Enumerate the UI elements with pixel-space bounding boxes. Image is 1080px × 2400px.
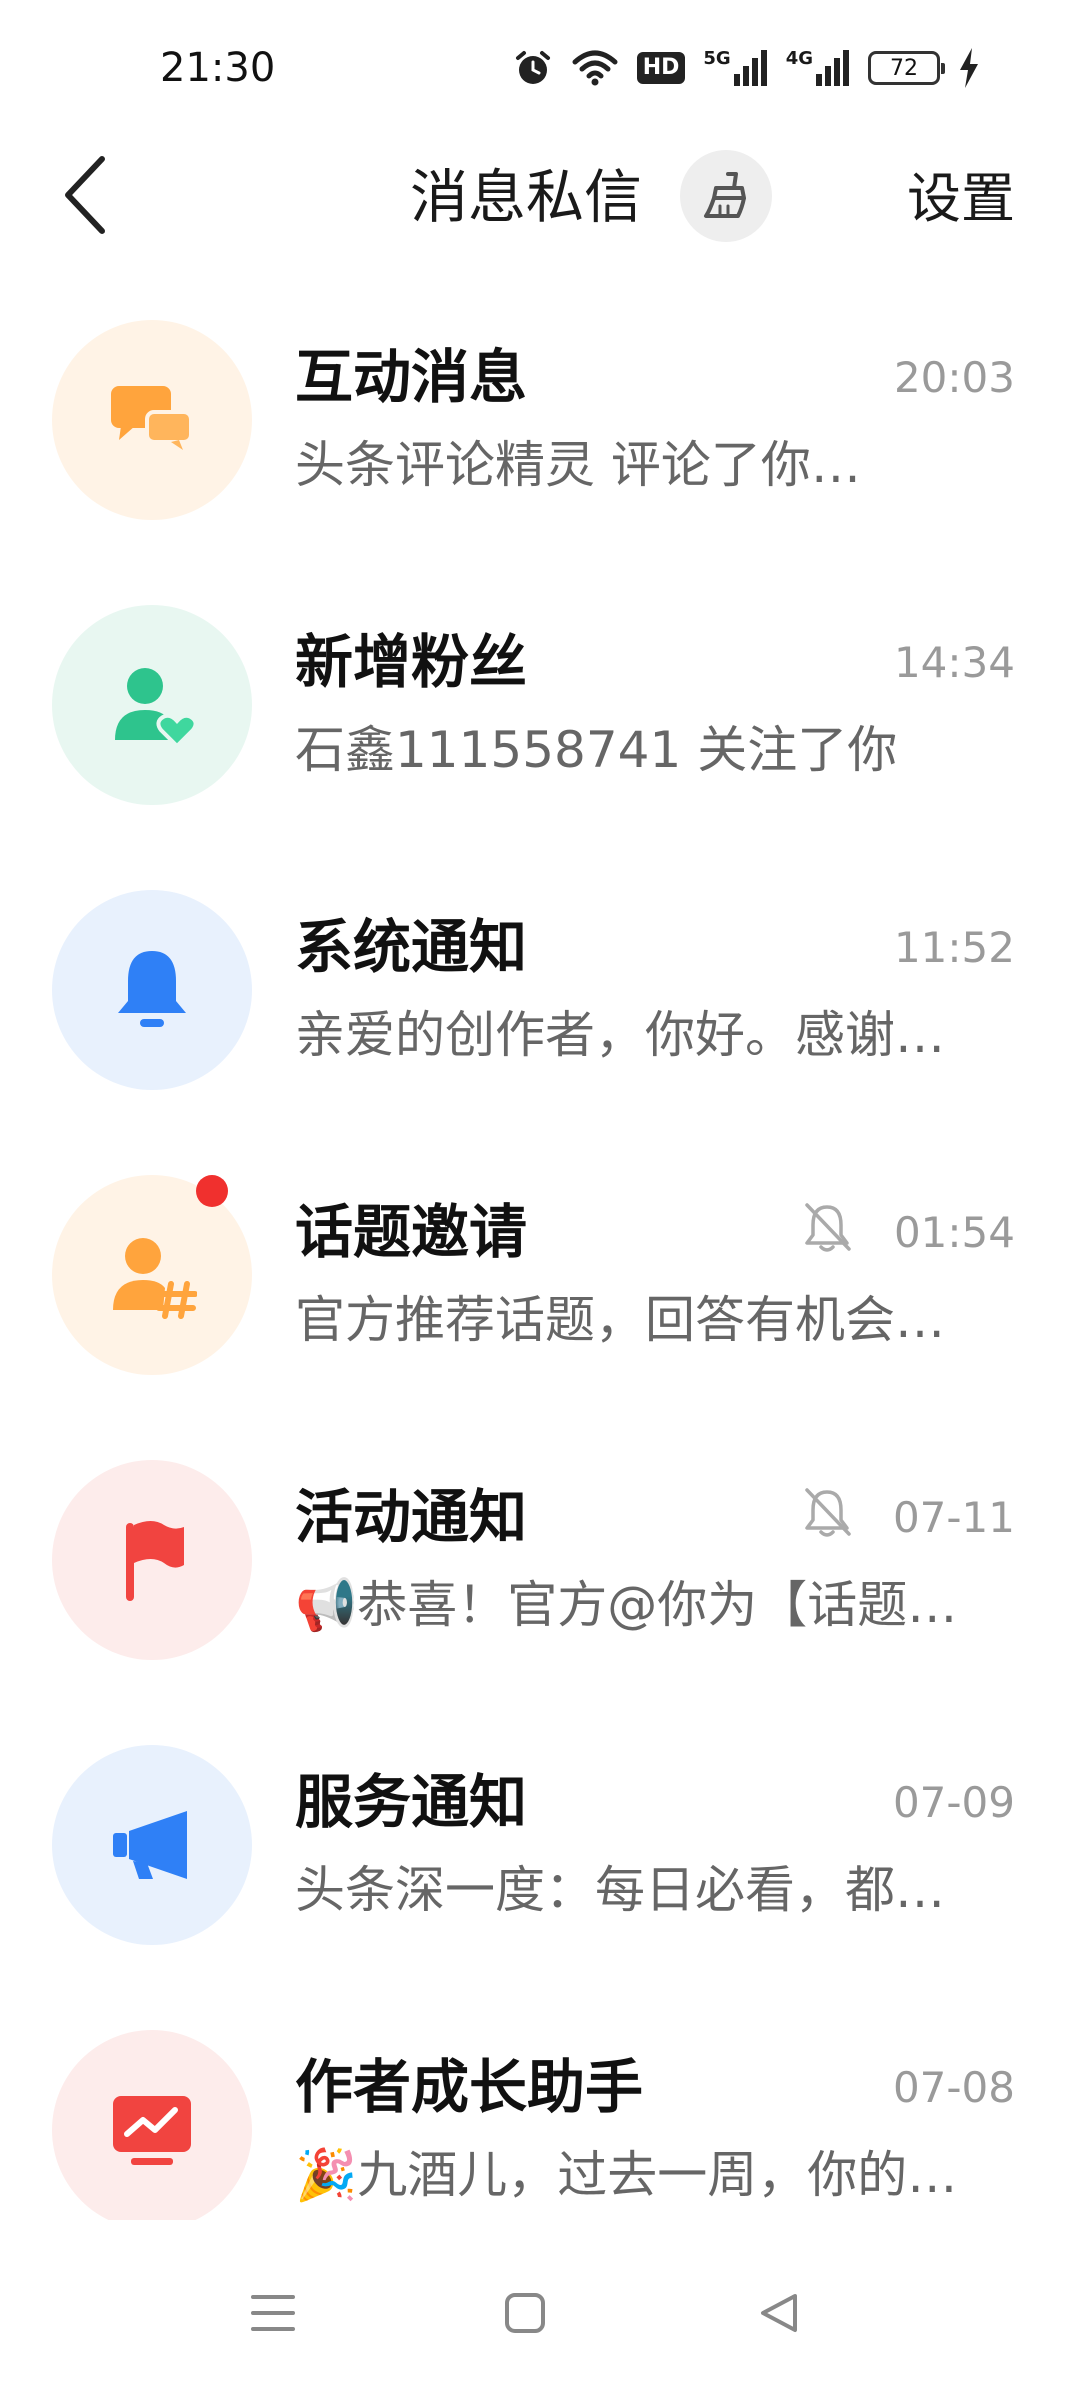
menu-button[interactable] bbox=[238, 2278, 308, 2348]
item-preview: 亲爱的创作者，你好。感谢… bbox=[295, 1006, 945, 1064]
signal-5g-icon: 5G bbox=[703, 50, 767, 86]
avatar bbox=[52, 320, 252, 520]
status-bar: 21:30 HD 5G 4G 72 bbox=[0, 0, 1080, 130]
broom-icon bbox=[704, 172, 746, 218]
chevron-left-icon bbox=[65, 156, 105, 234]
unread-dot bbox=[196, 1175, 228, 1207]
item-time: 14:34 bbox=[893, 638, 1015, 687]
message-list: 互动消息 20:03 头条评论精灵 评论了你… 新增粉丝 14:34 石鑫111… bbox=[0, 300, 1080, 2295]
item-title: 新增粉丝 bbox=[295, 628, 528, 696]
hd-icon: HD bbox=[636, 52, 686, 84]
chat-bubbles-icon bbox=[111, 386, 193, 450]
flag-icon bbox=[126, 1521, 184, 1601]
item-title: 作者成长助手 bbox=[295, 2053, 644, 2121]
list-item-system-notices[interactable]: 系统通知 11:52 亲爱的创作者，你好。感谢… bbox=[0, 870, 1080, 1155]
square-icon bbox=[505, 2293, 545, 2333]
avatar bbox=[52, 1175, 252, 1375]
mute-bell-icon bbox=[805, 1203, 851, 1252]
mute-bell-icon bbox=[805, 1488, 851, 1537]
home-button[interactable] bbox=[490, 2278, 560, 2348]
avatar bbox=[52, 890, 252, 1090]
item-time: 07-11 bbox=[892, 1493, 1015, 1542]
list-item-interactions[interactable]: 互动消息 20:03 头条评论精灵 评论了你… bbox=[0, 300, 1080, 585]
signal-4g-icon: 4G bbox=[786, 50, 850, 86]
item-time: 07-08 bbox=[892, 2063, 1015, 2112]
bell-icon bbox=[118, 951, 186, 1027]
alarm-icon bbox=[513, 48, 553, 88]
trend-chart-icon bbox=[113, 2096, 191, 2165]
item-preview: 官方推荐话题，回答有机会… bbox=[295, 1291, 945, 1349]
item-preview: 头条深一度：每日必看，都… bbox=[295, 1861, 945, 1919]
back-button[interactable] bbox=[50, 150, 120, 240]
menu-icon bbox=[251, 2295, 295, 2331]
list-item-service-notices[interactable]: 服务通知 07-09 头条深一度：每日必看，都… bbox=[0, 1725, 1080, 2010]
triangle-back-icon bbox=[761, 2294, 797, 2332]
avatar bbox=[52, 605, 252, 805]
item-title: 服务通知 bbox=[295, 1768, 528, 1836]
messages-screen: 21:30 HD 5G 4G 72 消息私信 设置 互动消息 20:03 头条评… bbox=[0, 0, 1080, 2400]
clear-unread-button[interactable] bbox=[680, 150, 772, 242]
item-preview: 📢恭喜！官方@你为【话题… bbox=[295, 1576, 958, 1634]
status-icons: HD 5G 4G 72 bbox=[513, 44, 980, 92]
avatar bbox=[52, 2030, 252, 2230]
megaphone-icon bbox=[113, 1811, 187, 1879]
avatar bbox=[52, 1745, 252, 1945]
battery-icon: 72 bbox=[868, 51, 945, 85]
status-time: 21:30 bbox=[160, 45, 276, 91]
item-title: 活动通知 bbox=[295, 1483, 528, 1551]
item-preview: 石鑫111558741 关注了你 bbox=[295, 721, 898, 779]
header: 消息私信 设置 bbox=[0, 130, 1080, 260]
item-time: 20:03 bbox=[893, 353, 1015, 402]
wifi-icon bbox=[571, 48, 619, 88]
person-hashtag-icon bbox=[113, 1238, 197, 1319]
item-title: 互动消息 bbox=[295, 343, 528, 411]
person-heart-icon bbox=[115, 668, 197, 749]
item-preview: 头条评论精灵 评论了你… bbox=[295, 436, 861, 494]
system-nav-bar bbox=[0, 2220, 1080, 2400]
item-time: 07-09 bbox=[892, 1778, 1015, 1827]
battery-level: 72 bbox=[890, 55, 918, 81]
item-title: 系统通知 bbox=[295, 913, 528, 981]
avatar bbox=[52, 1460, 252, 1660]
item-time: 11:52 bbox=[893, 923, 1015, 972]
list-item-new-followers[interactable]: 新增粉丝 14:34 石鑫111558741 关注了你 bbox=[0, 585, 1080, 870]
list-item-topic-invites[interactable]: 话题邀请 01:54 官方推荐话题，回答有机会… bbox=[0, 1155, 1080, 1440]
item-time: 01:54 bbox=[893, 1208, 1015, 1257]
item-preview: 🎉九酒儿，过去一周，你的… bbox=[295, 2146, 958, 2204]
list-item-activity-notices[interactable]: 活动通知 07-11 📢恭喜！官方@你为【话题… bbox=[0, 1440, 1080, 1725]
back-nav-button[interactable] bbox=[744, 2278, 814, 2348]
settings-button[interactable]: 设置 bbox=[907, 162, 1015, 236]
charging-icon bbox=[958, 48, 980, 88]
page-title: 消息私信 bbox=[410, 163, 643, 231]
item-title: 话题邀请 bbox=[295, 1198, 528, 1266]
